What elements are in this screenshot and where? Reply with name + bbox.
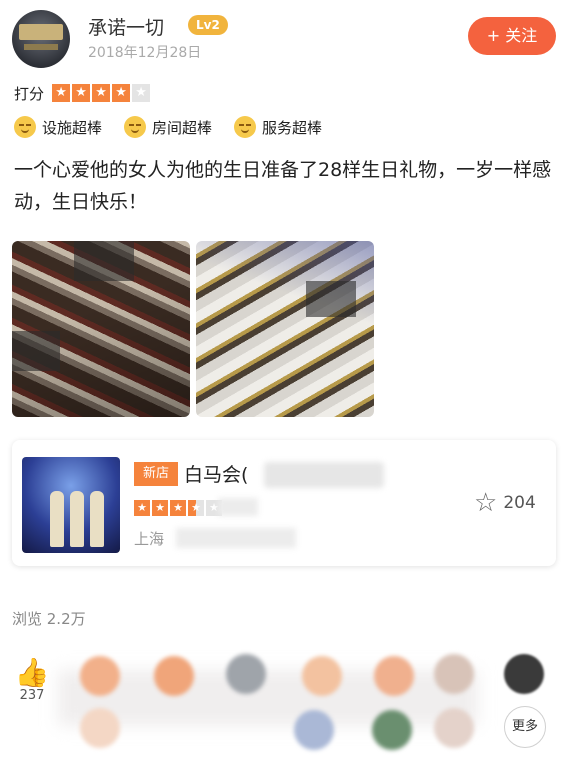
star-icon: ★ (132, 84, 151, 102)
review-text: 一个心爱他的女人为他的生日准备了28样生日礼物，一岁一样感动，生日快乐！ (14, 159, 552, 213)
tag-facilities: 设施超棒 (14, 116, 102, 138)
star-icon: ★ (188, 500, 204, 516)
tag-label: 设施超棒 (42, 118, 103, 137)
blurred-rating (218, 498, 258, 516)
user-avatar[interactable] (12, 10, 70, 68)
tag-label: 服务超棒 (262, 118, 323, 137)
view-count: 浏览 2.2万 (12, 610, 86, 628)
star-icon: ★ (92, 84, 111, 102)
smile-icon (124, 116, 147, 138)
like-count: 237 (19, 688, 45, 703)
star-icon: ★ (170, 500, 186, 516)
star-icon: ★ (72, 84, 91, 102)
tag-service: 服务超棒 (234, 116, 322, 138)
liker-avatar[interactable] (504, 654, 544, 694)
shop-name[interactable]: 白马会( (184, 460, 248, 487)
liker-avatar[interactable] (434, 654, 474, 694)
star-icon: ★ (112, 84, 131, 102)
thumbs-up-icon: 👍 (14, 656, 50, 689)
bottle-graphic (90, 491, 104, 547)
shop-rating-stars: ★ ★ ★ ★ ★ (134, 500, 224, 516)
liker-avatar[interactable] (374, 656, 414, 696)
liker-avatar[interactable] (80, 656, 120, 696)
liker-avatar[interactable] (302, 656, 342, 696)
favorite-count: 204 (503, 493, 536, 513)
rating-label: 打分 (14, 84, 45, 103)
shop-image[interactable] (22, 457, 120, 553)
review-tags: 设施超棒 房间超棒 服务超棒 (14, 116, 344, 138)
liker-avatar[interactable] (154, 656, 194, 696)
liker-avatar[interactable] (80, 708, 120, 748)
rating-stars: ★ ★ ★ ★ ★ (52, 84, 152, 102)
blurred-likers (58, 670, 478, 726)
star-icon: ★ (152, 500, 168, 516)
blurred-shop-name (264, 462, 384, 488)
username[interactable]: 承诺一切 (88, 13, 164, 40)
tag-label: 房间超棒 (152, 118, 213, 137)
like-button[interactable]: 👍 237 (14, 656, 50, 704)
shop-card[interactable]: 新店 白马会( ★ ★ ★ ★ ★ 上海 ☆ 204 (12, 440, 556, 566)
smile-icon (14, 116, 36, 138)
new-shop-badge: 新店 (134, 462, 178, 486)
liker-avatar[interactable] (294, 710, 334, 750)
liker-avatar[interactable] (372, 710, 412, 750)
star-icon: ★ (52, 84, 71, 102)
review-photo-2[interactable] (196, 241, 374, 417)
avatar-sign-graphic-2 (24, 44, 58, 50)
more-likers-button[interactable]: 更多 (504, 706, 546, 748)
user-level-badge: Lv2 (188, 15, 228, 35)
star-outline-icon: ☆ (474, 488, 498, 518)
bottle-graphic (70, 491, 84, 547)
liker-avatar[interactable] (434, 708, 474, 748)
post-date: 2018年12月28日 (88, 45, 202, 61)
star-icon: ★ (134, 500, 150, 516)
avatar-sign-graphic (19, 24, 63, 40)
tag-room: 房间超棒 (124, 116, 212, 138)
review-photo-1[interactable] (12, 241, 190, 417)
liker-avatar[interactable] (226, 654, 266, 694)
blurred-address (176, 528, 296, 548)
follow-button[interactable]: + 关注 (468, 17, 556, 55)
rating-row: 打分 ★ ★ ★ ★ ★ (14, 82, 152, 104)
smile-icon (234, 116, 257, 138)
favorite-button[interactable]: ☆ 204 (474, 490, 536, 516)
shop-location: 上海 (134, 530, 165, 548)
bottle-graphic (50, 491, 64, 547)
